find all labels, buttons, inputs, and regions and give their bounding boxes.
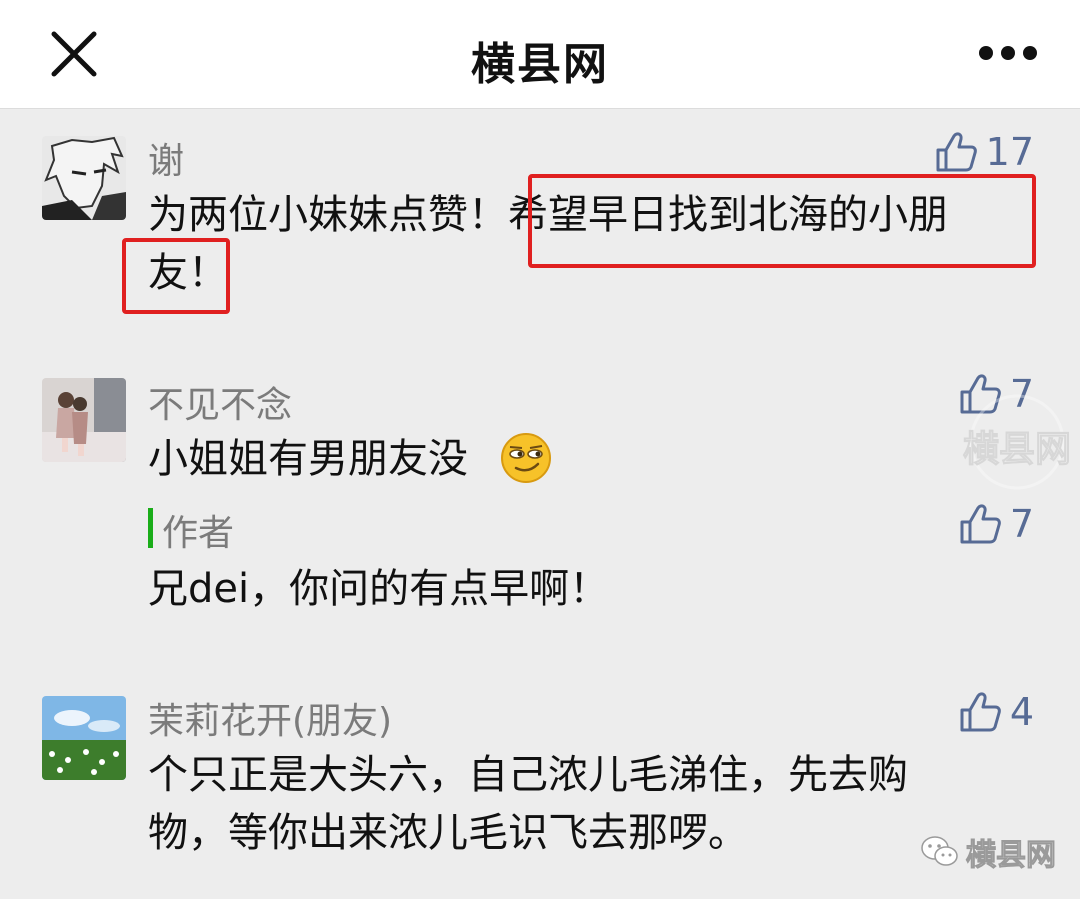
watermark-seal: 横县网 xyxy=(958,392,1076,492)
avatar-image xyxy=(42,136,126,220)
highlight-box xyxy=(528,174,1036,268)
like-count: 17 xyxy=(985,130,1034,174)
comment-author: 不见不念 xyxy=(148,385,293,426)
comment-text-line: 小姐姐有男朋友没 xyxy=(148,436,468,482)
thumbs-up-icon xyxy=(960,692,1001,732)
avatar[interactable] xyxy=(42,136,126,220)
comment-text-line: 个只正是大头六，自己浓儿毛涕住，先去购 xyxy=(148,752,908,798)
comment-author: 茉莉花开(朋友) xyxy=(148,701,393,742)
like-count: 4 xyxy=(1009,690,1034,734)
avatar[interactable] xyxy=(42,696,126,780)
watermark-seal-text: 横县网 xyxy=(962,429,1071,471)
comment-author: 谢 xyxy=(148,141,185,182)
like-button[interactable]: 4 xyxy=(958,690,1034,734)
avatar-image xyxy=(42,378,126,462)
more-button[interactable] xyxy=(976,42,1040,64)
more-icon xyxy=(979,46,1037,60)
like-button[interactable]: 17 xyxy=(934,130,1034,174)
smirk-emoji xyxy=(501,433,551,483)
highlight-box xyxy=(122,238,230,314)
thumbs-up-icon xyxy=(960,504,1001,544)
reply-text: 兄dei，你问的有点早啊！ xyxy=(148,566,610,612)
reply-author: 作者 xyxy=(162,513,235,554)
avatar[interactable] xyxy=(42,378,126,462)
reply-like-button[interactable]: 7 xyxy=(958,502,1034,546)
comment-text-line: 物，等你出来浓儿毛识飞去那啰。 xyxy=(148,810,748,856)
like-count: 7 xyxy=(1009,502,1034,546)
avatar-image xyxy=(42,696,126,780)
page-title: 横县网 xyxy=(471,39,609,90)
author-reply-bar xyxy=(148,508,153,548)
wechat-icon xyxy=(921,836,958,866)
thumbs-up-icon xyxy=(936,132,977,172)
bottom-watermark-label: 横县网 xyxy=(966,838,1057,874)
top-bar: 横县网 xyxy=(0,0,1080,109)
bottom-watermark: 横县网 xyxy=(920,830,1057,874)
